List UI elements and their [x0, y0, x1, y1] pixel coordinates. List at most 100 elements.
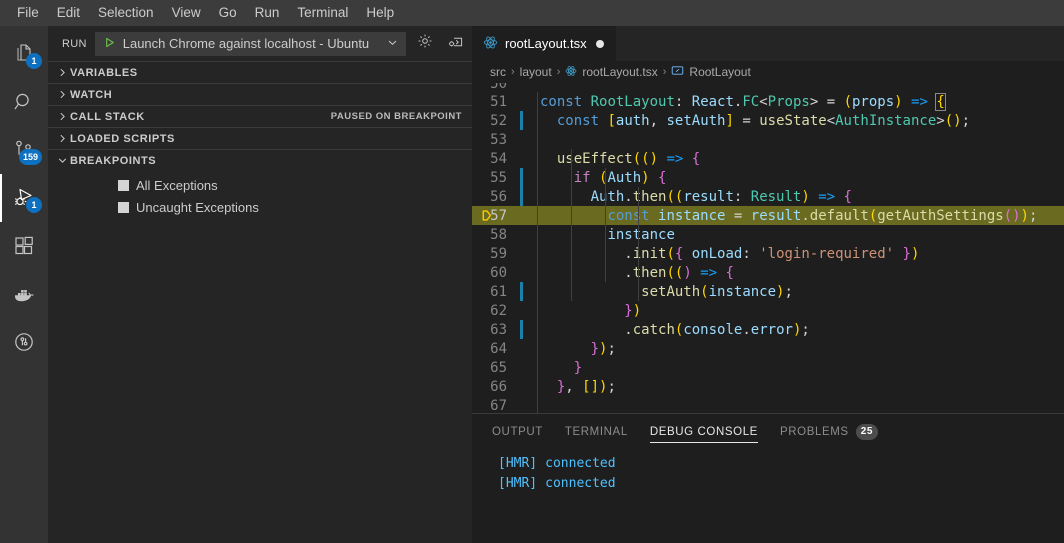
activity-item-extensions[interactable]: [0, 222, 48, 270]
code-editor[interactable]: 50 51 const RootLayout: React.FC<Props> …: [472, 83, 1064, 413]
code-line-59: 59 .init({ onLoad: 'login-required' }): [472, 244, 1064, 263]
breadcrumb: src › layout › rootLayout.tsx › RootLayo…: [472, 61, 1064, 83]
section-call-stack[interactable]: CALL STACK PAUSED ON BREAKPOINT: [48, 105, 472, 127]
editor-group: rootLayout.tsx src › layout › rootLayout…: [472, 26, 1064, 543]
activity-item-run-and-debug[interactable]: 1: [0, 174, 48, 222]
line-number: 62: [490, 302, 507, 319]
menu-item-help[interactable]: Help: [357, 1, 403, 25]
code-line-55: 55 if (Auth) {: [472, 168, 1064, 187]
activity-item-source-control[interactable]: 159: [0, 126, 48, 174]
code-line-57: 57 const instance = result.default(getAu…: [472, 206, 1064, 225]
debug-configuration-select[interactable]: Launch Chrome against localhost - Ubuntu: [94, 31, 406, 56]
symbol-variable-icon: [671, 64, 684, 80]
tab-debug-console[interactable]: DEBUG CONSOLE: [649, 414, 759, 449]
debug-console-toggle-button[interactable]: [444, 33, 466, 55]
line-number: 50: [490, 83, 507, 92]
panel-tab-label: PROBLEMS: [779, 425, 849, 438]
line-content: .catch(console.error);: [624, 321, 810, 338]
line-number: 65: [490, 359, 507, 376]
play-icon[interactable]: [103, 36, 116, 52]
breakpoint-label: Uncaught Exceptions: [136, 199, 259, 215]
menu-item-view[interactable]: View: [163, 1, 210, 25]
section-breakpoints[interactable]: BREAKPOINTS: [48, 149, 472, 171]
line-number: 56: [490, 188, 507, 205]
code-line-62: 62 }): [472, 301, 1064, 320]
extensions-icon: [12, 234, 36, 258]
code-line-56: 56 Auth.then((result: Result) => {: [472, 187, 1064, 206]
line-number: 60: [490, 264, 507, 281]
line-number: 64: [490, 340, 507, 357]
menu-item-edit[interactable]: Edit: [48, 1, 89, 25]
checkbox[interactable]: [118, 179, 129, 191]
tab-rootlayout-tsx[interactable]: rootLayout.tsx: [472, 26, 617, 61]
line-content: const instance = result.default(getAuthS…: [607, 207, 1038, 224]
checkbox[interactable]: [118, 201, 129, 213]
console-line: [HMR] connected: [498, 473, 1064, 493]
line-content: if (Auth) {: [573, 169, 667, 186]
menu-bar: File Edit Selection View Go Run Terminal…: [0, 0, 1064, 26]
docker-icon: [11, 281, 37, 307]
code-line-63: 63 .catch(console.error);: [472, 320, 1064, 339]
code-line-61: 61 setAuth(instance);: [472, 282, 1064, 301]
debug-configuration-name: Launch Chrome against localhost - Ubuntu: [122, 36, 370, 51]
run-label: RUN: [62, 37, 87, 50]
debug-toolbar: RUN Launch Chrome against localhost - Ub…: [48, 26, 472, 61]
panel-tabs: OUTPUT TERMINAL DEBUG CONSOLE PROBLEMS 2…: [472, 414, 1064, 449]
indent-guide: [571, 149, 572, 301]
debug-current-line-arrow: [479, 209, 493, 223]
menu-item-terminal[interactable]: Terminal: [288, 1, 357, 25]
panel-tab-label: OUTPUT: [492, 425, 543, 438]
activity-item-docker[interactable]: [0, 270, 48, 318]
breadcrumb-item-symbol[interactable]: RootLayout: [671, 64, 751, 80]
chevron-right-icon: [54, 111, 70, 122]
line-content: .init({ onLoad: 'login-required' }): [624, 245, 920, 262]
breadcrumb-item-layout[interactable]: layout: [520, 65, 552, 79]
console-message: connected: [545, 475, 616, 491]
breadcrumb-item-src[interactable]: src: [490, 65, 506, 79]
section-loaded-scripts[interactable]: LOADED SCRIPTS: [48, 127, 472, 149]
menu-item-selection[interactable]: Selection: [89, 1, 163, 25]
react-icon: [565, 65, 577, 80]
tab-output[interactable]: OUTPUT: [492, 414, 543, 449]
tab-dirty-indicator[interactable]: [595, 39, 604, 48]
bottom-panel: OUTPUT TERMINAL DEBUG CONSOLE PROBLEMS 2…: [472, 413, 1064, 543]
line-number: 53: [490, 131, 507, 148]
chevron-right-icon: ›: [662, 66, 667, 78]
tab-terminal[interactable]: TERMINAL: [565, 414, 628, 449]
menu-item-go[interactable]: Go: [210, 1, 246, 25]
debug-console-output[interactable]: [HMR] connected [HMR] connected: [472, 449, 1064, 493]
tab-problems[interactable]: PROBLEMS 25: [779, 414, 879, 449]
console-tag: [HMR]: [498, 455, 538, 471]
line-content: }: [573, 359, 583, 376]
line-number: 54: [490, 150, 507, 167]
code-line-66: 66 }, []);: [472, 377, 1064, 396]
section-variables[interactable]: VARIABLES: [48, 61, 472, 83]
code-line-60: 60 .then(() => {: [472, 263, 1064, 282]
problems-count-badge: 25: [855, 423, 879, 440]
chevron-down-icon[interactable]: [387, 36, 398, 51]
search-icon: [12, 90, 36, 114]
chevron-right-icon: ›: [556, 66, 561, 78]
code-line-64: 64 });: [472, 339, 1064, 358]
code-line-52: 52 const [auth, setAuth] = useState<Auth…: [472, 111, 1064, 130]
activity-item-timeline[interactable]: [0, 318, 48, 366]
breadcrumb-symbol-label: RootLayout: [689, 65, 751, 79]
section-watch[interactable]: WATCH: [48, 83, 472, 105]
clock-graph-icon: [12, 330, 36, 354]
open-launch-config-icon: [447, 33, 464, 55]
activity-item-explorer[interactable]: 1: [0, 30, 48, 78]
breakpoint-all-exceptions[interactable]: All Exceptions: [48, 174, 472, 196]
console-line: [HMR] connected: [498, 453, 1064, 473]
menu-item-run[interactable]: Run: [246, 1, 289, 25]
editor-tabs: rootLayout.tsx: [472, 26, 1064, 61]
activity-item-search[interactable]: [0, 78, 48, 126]
panel-tab-label: DEBUG CONSOLE: [649, 425, 758, 438]
menu-item-file[interactable]: File: [8, 1, 48, 25]
breakpoint-uncaught-exceptions[interactable]: Uncaught Exceptions: [48, 196, 472, 218]
breadcrumb-item-file[interactable]: rootLayout.tsx: [565, 65, 658, 80]
gear-icon: [417, 33, 433, 54]
open-launch-config-button[interactable]: [414, 33, 436, 55]
call-stack-status: PAUSED ON BREAKPOINT: [330, 111, 462, 122]
chevron-right-icon: [54, 89, 70, 100]
code-line-58: 58 instance: [472, 225, 1064, 244]
